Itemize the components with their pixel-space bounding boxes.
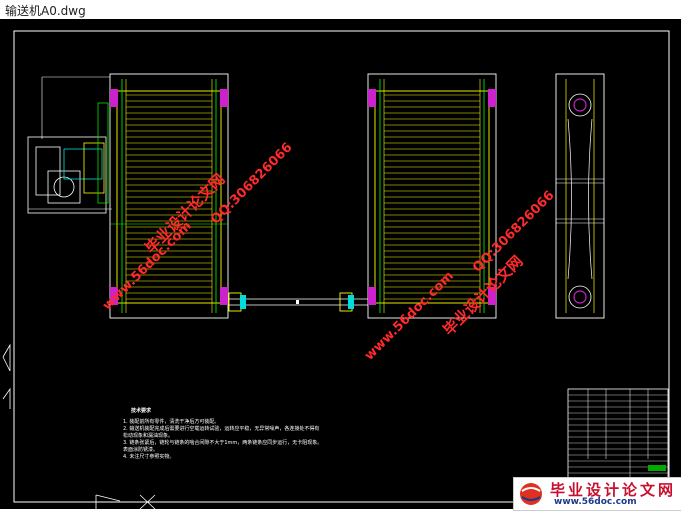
tech-note-line: 4. 未注尺寸参照实物。 bbox=[123, 454, 175, 460]
frame-tick-left-2 bbox=[2, 387, 11, 409]
tech-note-line: 3. 链条张紧后，链轮与链条的啮合间隙不大于1mm，两条链条应同步运行，无卡阻现… bbox=[123, 440, 323, 446]
tech-note-line: 2. 输送机装配完成后需要进行空载运转试验，运转应平稳，无异常噪声，各连接处不得… bbox=[123, 426, 320, 432]
title-block bbox=[567, 388, 669, 490]
cad-drawing-canvas[interactable]: 技术要求 1. 装配前所有零件，清洗干净后方可装配。 2. 输送机装配完成后需要… bbox=[0, 19, 681, 509]
tech-notes-title: 技术要求 bbox=[131, 408, 152, 414]
window-title: 输送机A0.dwg bbox=[5, 4, 86, 18]
site-logo: 毕业设计论文网 www.56doc.com bbox=[513, 477, 681, 511]
side-view bbox=[555, 73, 605, 319]
globe-icon bbox=[520, 483, 542, 505]
cad-drawing bbox=[2, 30, 670, 509]
tech-note-line: 表面涂防锈漆。 bbox=[123, 447, 159, 453]
tech-note-line: 1. 装配前所有零件，清洗干净后方可装配。 bbox=[123, 419, 220, 425]
conveyor-2-slats bbox=[384, 94, 480, 300]
frame-tick-left bbox=[2, 343, 11, 372]
drive-shaft bbox=[228, 292, 368, 312]
motor-assembly bbox=[27, 76, 112, 214]
logo-url: www.56doc.com bbox=[554, 497, 637, 507]
tech-note-line: 松动现象和漏油现象。 bbox=[123, 433, 174, 439]
technical-requirements: 技术要求 1. 装配前所有零件，清洗干净后方可装配。 2. 输送机装配完成后需要… bbox=[123, 408, 322, 461]
window-title-bar: 输送机A0.dwg bbox=[0, 0, 681, 20]
